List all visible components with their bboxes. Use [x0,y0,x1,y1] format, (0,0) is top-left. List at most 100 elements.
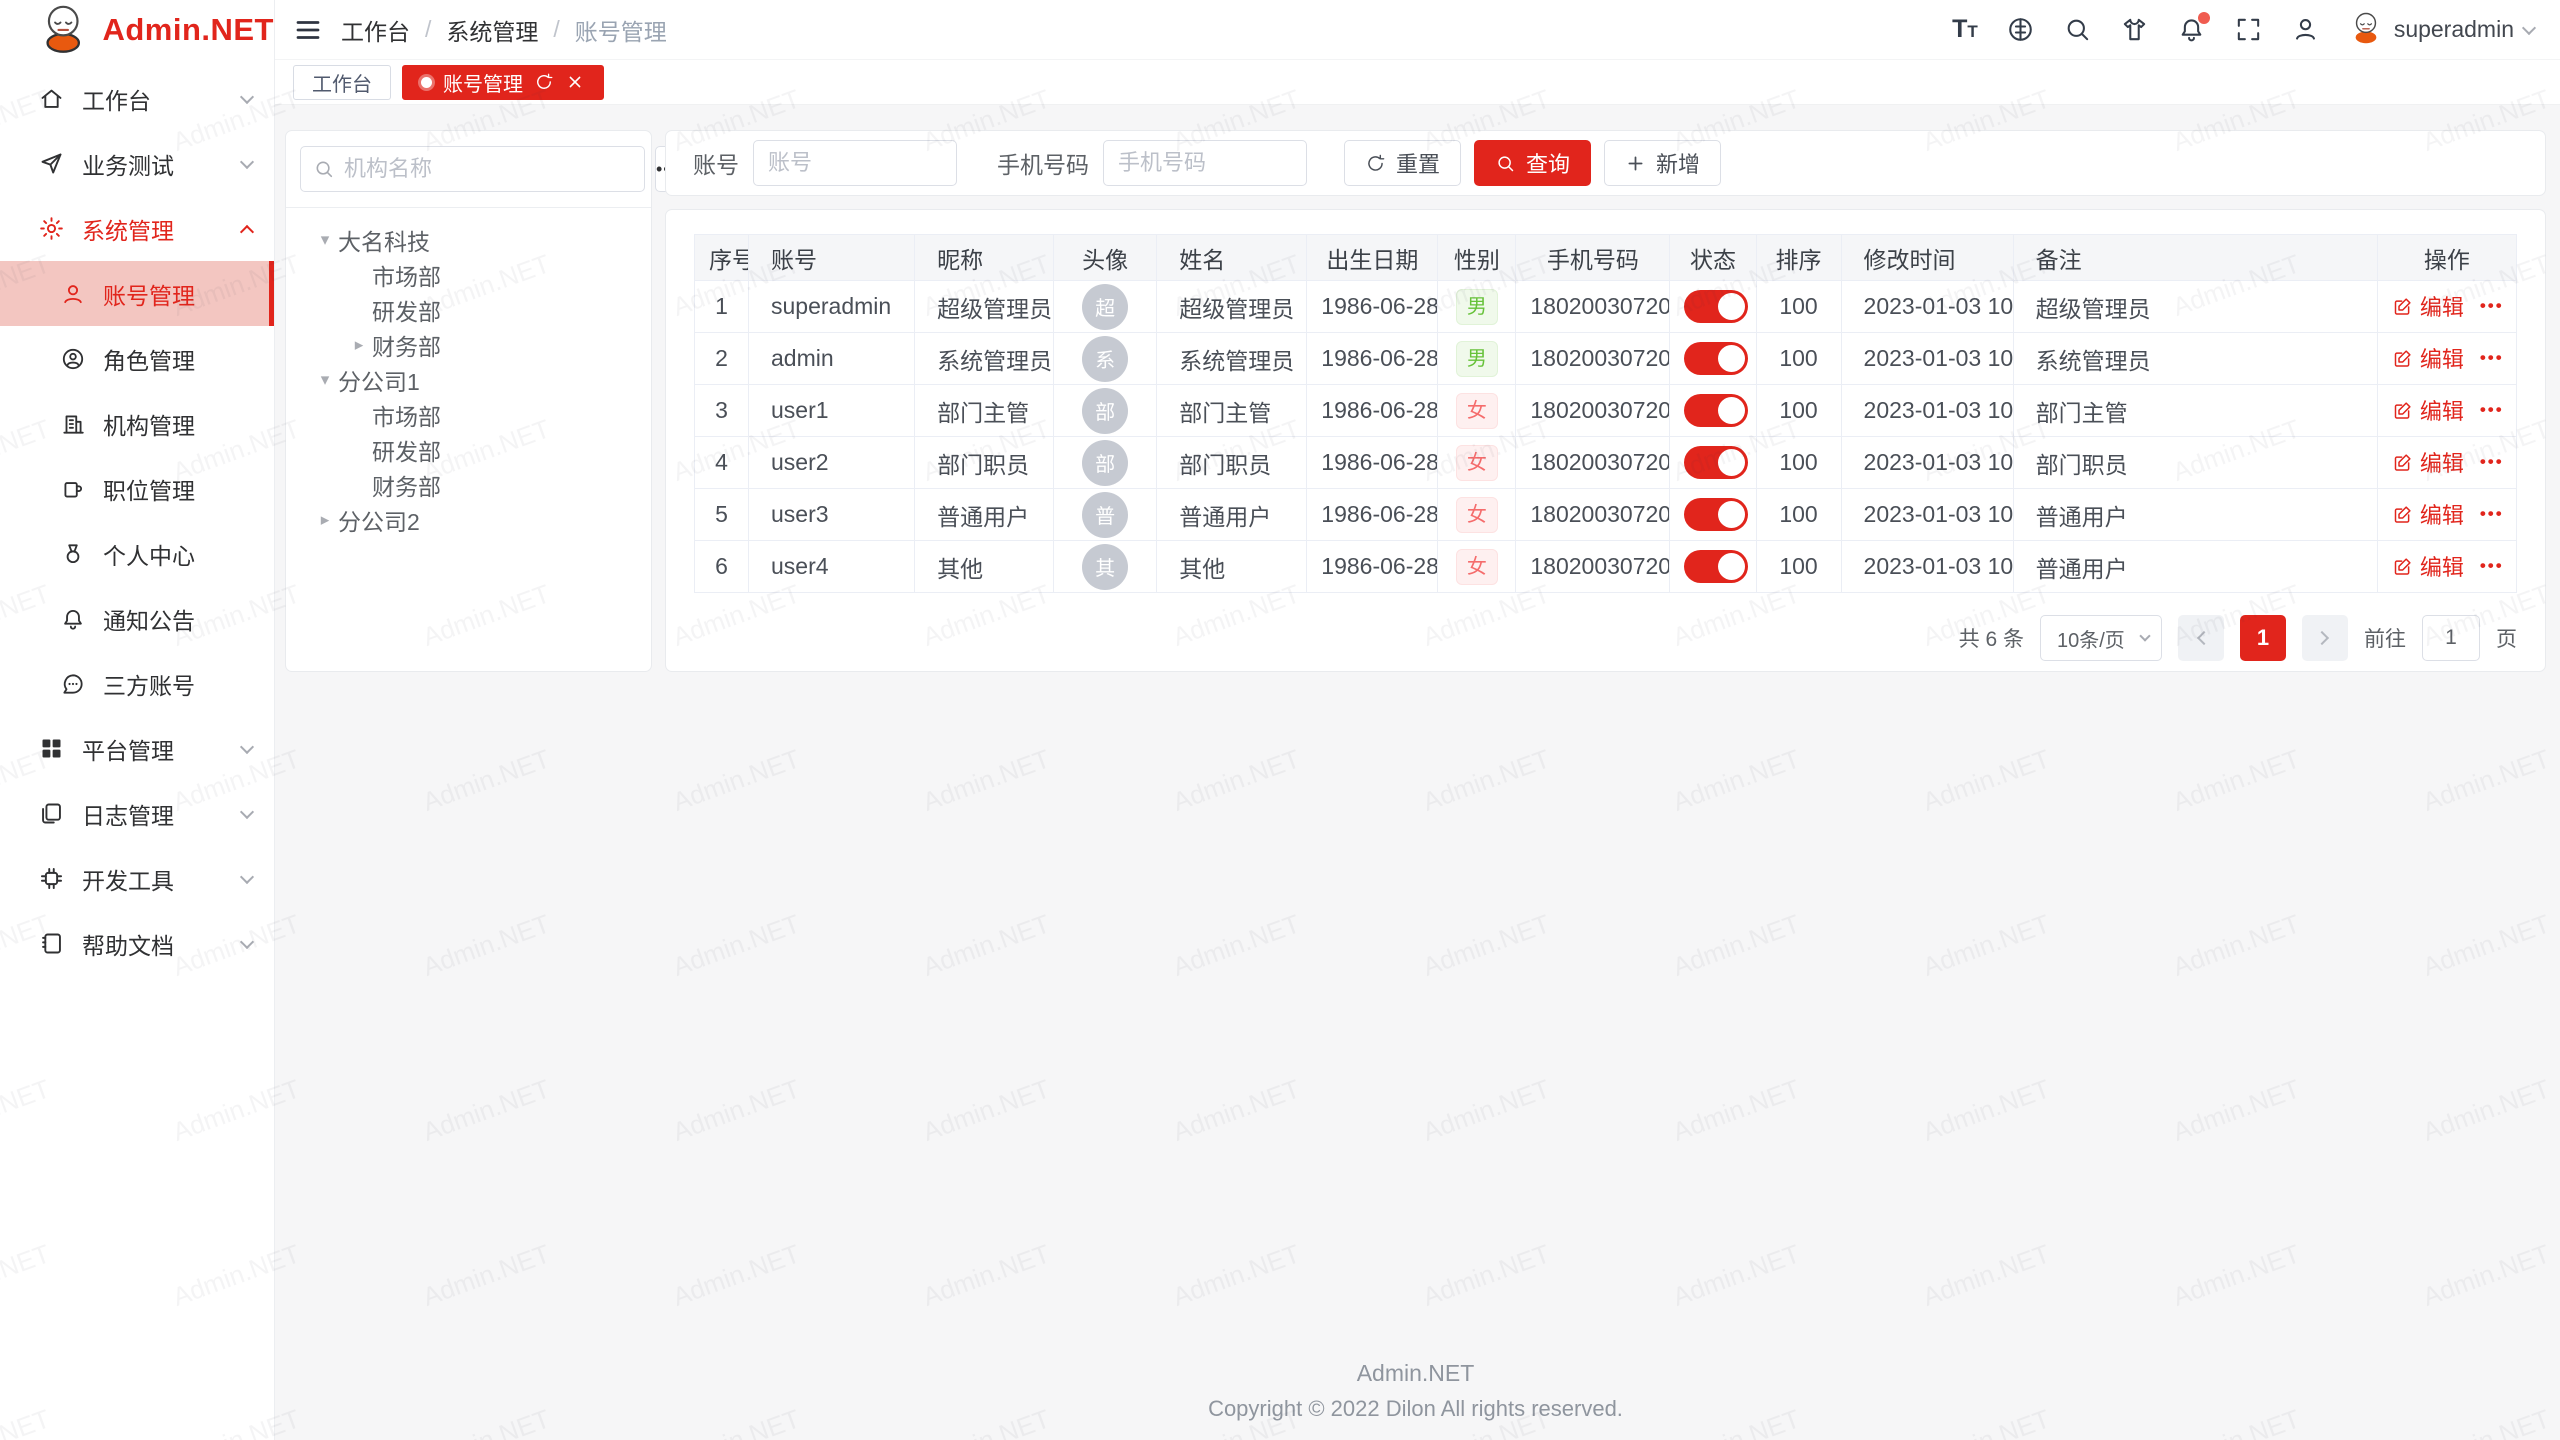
edit-label: 编辑 [2420,342,2464,374]
sidebar-item-6[interactable]: 帮助文档 [0,911,274,976]
status-toggle[interactable] [1684,498,1748,531]
search-icon[interactable] [2063,15,2092,44]
footer-title: Admin.NET [285,1360,2546,1387]
row-more-button[interactable]: ••• [2480,296,2504,316]
status-toggle[interactable] [1684,550,1748,583]
status-toggle[interactable] [1684,342,1748,375]
edit-button[interactable]: 编辑 [2392,498,2464,530]
edit-button[interactable]: 编辑 [2392,550,2464,582]
cell-modified: 2023-01-03 10:59:44 [1841,333,2013,385]
tabs-bar: 工作台 账号管理 [275,60,2560,105]
profile-icon[interactable] [2291,15,2320,44]
tree-node-1[interactable]: 市场部 [300,257,637,292]
row-more-button[interactable]: ••• [2480,400,2504,420]
tree-node-2[interactable]: 研发部 [300,292,637,327]
tree-node-3[interactable]: ▸财务部 [300,327,637,362]
avatar: 系 [1082,336,1128,382]
sidebar-item-4[interactable]: 日志管理 [0,781,274,846]
gender-tag: 女 [1456,393,1498,429]
theme-icon[interactable] [2120,15,2149,44]
tree-node-7[interactable]: 财务部 [300,467,637,502]
status-toggle[interactable] [1684,446,1748,479]
sidebar-subitem-2-5[interactable]: 通知公告 [0,586,274,651]
sidebar-subitem-label: 职位管理 [103,472,195,506]
row-more-button[interactable]: ••• [2480,348,2504,368]
query-button[interactable]: 查询 [1474,140,1591,186]
row-more-button[interactable]: ••• [2480,556,2504,576]
tree-node-4[interactable]: ▾分公司1 [300,362,637,397]
sidebar-subitem-2-6[interactable]: 三方账号 [0,651,274,716]
sidebar-subitem-2-2[interactable]: 机构管理 [0,391,274,456]
notification-icon[interactable] [2177,15,2206,44]
edit-button[interactable]: 编辑 [2392,446,2464,478]
cell-account: user4 [749,541,915,593]
cell-avatar: 系 [1054,333,1157,385]
prev-page-button[interactable] [2178,615,2224,661]
caret-down-icon[interactable]: ▾ [312,370,338,390]
brand-logo[interactable]: Admin.NET [0,0,274,60]
fullscreen-icon[interactable] [2234,15,2263,44]
next-page-button[interactable] [2302,615,2348,661]
devtools-icon [38,865,65,892]
cell-ops: 编辑 ••• [2377,437,2516,489]
caret-right-icon[interactable]: ▸ [312,510,338,530]
menu-fold-icon[interactable] [293,15,323,45]
sidebar-subitem-2-1[interactable]: 角色管理 [0,326,274,391]
tree-node-8[interactable]: ▸分公司2 [300,502,637,537]
sidebar-item-3[interactable]: 平台管理 [0,716,274,781]
user-menu[interactable]: superadmin [2348,9,2534,51]
edit-button[interactable]: 编辑 [2392,290,2464,322]
status-toggle[interactable] [1684,290,1748,323]
sidebar-subitem-2-0[interactable]: 账号管理 [0,261,274,326]
row-more-button[interactable]: ••• [2480,452,2504,472]
org-search-input[interactable] [344,156,632,182]
cell-phone: 18020030720 [1516,541,1670,593]
cell-phone: 18020030720 [1516,437,1670,489]
caret-down-icon[interactable]: ▾ [312,230,338,250]
sidebar-subitem-2-3[interactable]: 职位管理 [0,456,274,521]
cell-phone: 18020030720 [1516,385,1670,437]
tree-node-0[interactable]: ▾大名科技 [300,222,637,257]
tab-account-management[interactable]: 账号管理 [402,65,604,100]
filter-bar: 账号 手机号码 重置 查询 [665,130,2546,196]
tree-node-label: 大名科技 [338,223,430,257]
edit-button[interactable]: 编辑 [2392,342,2464,374]
status-toggle[interactable] [1684,394,1748,427]
breadcrumb-item[interactable]: 工作台 [341,13,410,47]
breadcrumb: 工作台/系统管理/账号管理 [341,13,667,47]
column-header-phone: 手机号码 [1516,235,1670,281]
goto-page-input[interactable] [2422,615,2480,661]
sidebar-subitem-2-4[interactable]: 个人中心 [0,521,274,586]
edit-button[interactable]: 编辑 [2392,394,2464,426]
tree-node-5[interactable]: 市场部 [300,397,637,432]
tab-workbench[interactable]: 工作台 [293,65,391,100]
locale-icon[interactable] [2006,15,2035,44]
tree-node-6[interactable]: 研发部 [300,432,637,467]
avatar: 部 [1082,440,1128,486]
sidebar-item-label: 平台管理 [82,732,242,766]
edit-label: 编辑 [2420,446,2464,478]
add-button[interactable]: 新增 [1604,140,1721,186]
org-icon [60,411,86,437]
cell-modified: 2023-01-03 10:59:44 [1841,385,2013,437]
font-size-icon[interactable]: TT [1952,17,1978,42]
refresh-icon[interactable] [534,72,554,92]
close-icon[interactable] [565,72,585,92]
sidebar-item-1[interactable]: 业务测试 [0,131,274,196]
page-size-select[interactable]: 10条/页 [2040,615,2162,661]
topbar: 工作台/系统管理/账号管理 TT superadmin [275,0,2560,60]
table-row: 6user4其他其其他1986-06-28女180200307201002023… [695,541,2517,593]
caret-right-icon[interactable]: ▸ [346,335,372,355]
sidebar-item-0[interactable]: 工作台 [0,66,274,131]
current-page-button[interactable]: 1 [2240,615,2286,661]
org-tree-panel: ••• ▾大名科技市场部研发部▸财务部▾分公司1市场部研发部财务部▸分公司2 [285,130,652,672]
sidebar-item-5[interactable]: 开发工具 [0,846,274,911]
reset-button[interactable]: 重置 [1344,140,1461,186]
sidebar-item-label: 开发工具 [82,862,242,896]
sidebar-item-2[interactable]: 系统管理 [0,196,274,261]
account-input[interactable] [753,140,957,186]
phone-input[interactable] [1103,140,1307,186]
cell-gender: 男 [1438,281,1516,333]
row-more-button[interactable]: ••• [2480,504,2504,524]
breadcrumb-item[interactable]: 系统管理 [446,13,538,47]
